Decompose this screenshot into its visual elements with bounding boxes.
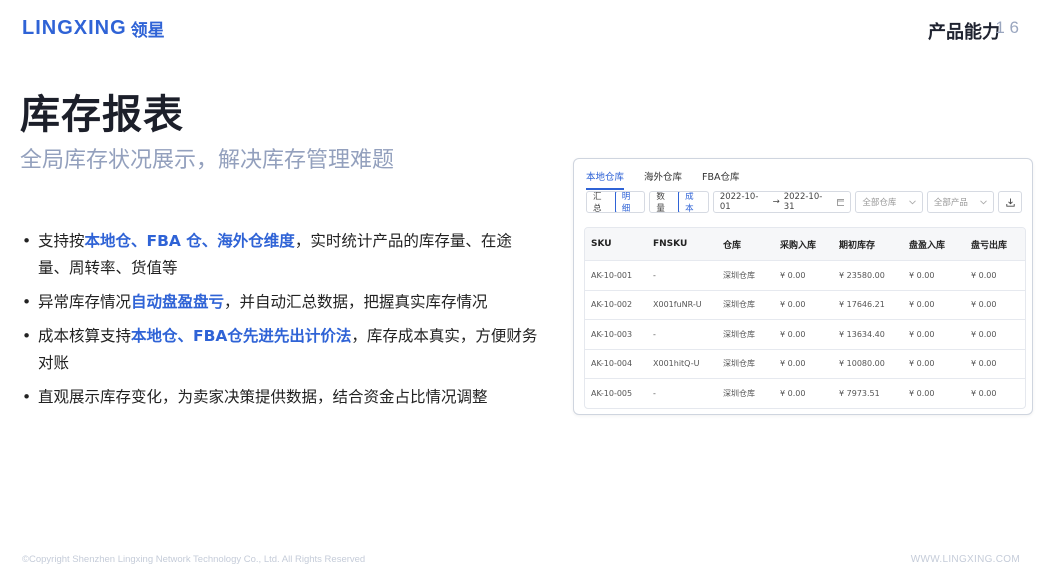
logo-text-cn: 领星 (130, 21, 165, 41)
table-cell: ¥ 0.00 (971, 270, 997, 280)
table-cell: AK-10-001 (591, 270, 633, 280)
view-mode-toggle: 汇总 明细 (586, 191, 646, 213)
date-end: 2022-10-31 (783, 192, 823, 212)
column-header[interactable]: FNSKU (647, 239, 717, 249)
table-cell: ¥ 7973.51 (839, 388, 880, 398)
table-cell: ¥ 0.00 (971, 300, 997, 310)
product-select[interactable]: 全部产品 (926, 191, 995, 213)
table-cell: ¥ 0.00 (909, 329, 935, 339)
chevron-down-icon (908, 199, 916, 204)
table-cell: ¥ 0.00 (909, 270, 935, 280)
table-cell: 深圳仓库 (723, 329, 755, 339)
table-cell: ¥ 0.00 (909, 388, 935, 398)
table-cell: X001hitQ-U (653, 359, 700, 369)
cost-toggle[interactable]: 成本 (678, 192, 708, 212)
column-header[interactable]: 盘亏出库 (965, 238, 1025, 251)
brand-logo: LINGXING 领星 (22, 16, 165, 41)
feature-item: 支持按本地仓、FBA 仓、海外仓维度，实时统计产品的库存量、在途量、周转率、货值… (22, 228, 542, 282)
warehouse-tabs: 本地仓库 海外仓库 FBA仓库 (586, 165, 740, 190)
feature-list: 支持按本地仓、FBA 仓、海外仓维度，实时统计产品的库存量、在途量、周转率、货值… (22, 228, 542, 418)
table-cell: 深圳仓库 (723, 270, 755, 280)
page-title: 库存报表 (20, 92, 184, 138)
table-cell: - (653, 270, 656, 280)
warehouse-select[interactable]: 全部仓库 (855, 191, 923, 213)
table-cell: ¥ 0.00 (909, 300, 935, 310)
table-cell: - (653, 388, 656, 398)
quantity-toggle[interactable]: 数量 (650, 192, 679, 212)
table-cell: AK-10-003 (591, 329, 633, 339)
table-cell: ¥ 0.00 (909, 359, 935, 369)
table-header: SKU FNSKU 仓库 采购入库 期初库存 盘盈入库 盘亏出库 (585, 228, 1025, 261)
table-cell: 深圳仓库 (723, 359, 755, 369)
column-header[interactable]: 采购入库 (774, 238, 833, 251)
feature-item: 异常库存情况自动盘盈盘亏，并自动汇总数据，把握真实库存情况 (22, 289, 542, 316)
tab-fba-warehouse[interactable]: FBA仓库 (702, 165, 739, 190)
chevron-down-icon (980, 199, 988, 204)
table-row[interactable]: AK-10-004 X001hitQ-U 深圳仓库 ¥ 0.00 ¥ 10080… (585, 350, 1025, 379)
download-button[interactable] (998, 191, 1022, 213)
tab-local-warehouse[interactable]: 本地仓库 (586, 165, 625, 190)
table-cell: ¥ 13634.40 (839, 329, 885, 339)
copyright-text: ©Copyright Shenzhen Lingxing Network Tec… (22, 554, 366, 565)
column-header[interactable]: 盘盈入库 (903, 238, 965, 251)
inventory-report-panel: 本地仓库 海外仓库 FBA仓库 汇总 明细 数量 成本 2022-10-01 →… (573, 158, 1033, 415)
website-link[interactable]: WWW.LINGXING.COM (911, 554, 1020, 565)
table-cell: ¥ 23580.00 (839, 270, 885, 280)
table-cell: AK-10-005 (591, 388, 633, 398)
table-cell: - (653, 329, 656, 339)
feature-highlight: 本地仓、FBA 仓、海外仓维度 (84, 232, 295, 250)
metric-toggle: 数量 成本 (649, 191, 709, 213)
summary-toggle[interactable]: 汇总 (587, 192, 616, 212)
table-cell: 深圳仓库 (723, 388, 755, 398)
detail-toggle[interactable]: 明细 (614, 192, 645, 212)
table-cell: ¥ 0.00 (971, 388, 997, 398)
table-cell: ¥ 0.00 (780, 300, 806, 310)
feature-item: 直观展示库存变化，为卖家决策提供数据，结合资金占比情况调整 (22, 384, 542, 411)
table-row[interactable]: AK-10-002 X001fuNR-U 深圳仓库 ¥ 0.00 ¥ 17646… (585, 291, 1025, 320)
date-start: 2022-10-01 (719, 192, 759, 212)
table-cell: 深圳仓库 (723, 300, 755, 310)
page-subtitle: 全局库存状况展示，解决库存管理难题 (20, 148, 395, 173)
section-title: 产品能力 (928, 22, 1000, 43)
table-cell: ¥ 17646.21 (839, 300, 885, 310)
feature-item: 成本核算支持本地仓、FBA仓先进先出计价法，库存成本真实，方便财务对账 (22, 323, 542, 377)
table-cell: AK-10-002 (591, 300, 633, 310)
calendar-icon (836, 199, 845, 206)
column-header[interactable]: 期初库存 (833, 238, 903, 251)
table-row[interactable]: AK-10-003 - 深圳仓库 ¥ 0.00 ¥ 13634.40 ¥ 0.0… (585, 320, 1025, 350)
date-range-picker[interactable]: 2022-10-01 → 2022-10-31 (712, 191, 852, 213)
column-header[interactable]: SKU (585, 239, 647, 249)
tab-overseas-warehouse[interactable]: 海外仓库 (644, 165, 682, 190)
logo-text-en: LINGXING (22, 17, 127, 39)
table-cell: AK-10-004 (591, 359, 633, 369)
table-cell: ¥ 0.00 (780, 388, 806, 398)
table-row[interactable]: AK-10-001 - 深圳仓库 ¥ 0.00 ¥ 23580.00 ¥ 0.0… (585, 261, 1025, 291)
inventory-table: SKU FNSKU 仓库 采购入库 期初库存 盘盈入库 盘亏出库 AK-10-0… (584, 227, 1026, 409)
table-row[interactable]: AK-10-005 - 深圳仓库 ¥ 0.00 ¥ 7973.51 ¥ 0.00… (585, 379, 1025, 408)
page-number: 1 6 (995, 18, 1019, 37)
table-cell: ¥ 0.00 (780, 329, 806, 339)
filter-toolbar: 汇总 明细 数量 成本 2022-10-01 → 2022-10-31 全部仓库… (586, 191, 1022, 213)
download-icon (1005, 198, 1015, 207)
table-cell: X001fuNR-U (653, 300, 702, 310)
column-header[interactable]: 仓库 (717, 238, 774, 251)
table-cell: ¥ 0.00 (971, 359, 997, 369)
feature-highlight: 自动盘盈盘亏 (131, 293, 225, 311)
table-cell: ¥ 10080.00 (839, 359, 885, 369)
table-cell: ¥ 0.00 (971, 329, 997, 339)
feature-highlight: 本地仓、FBA仓先进先出计价法 (131, 327, 352, 345)
arrow-right-icon: → (772, 197, 780, 207)
table-cell: ¥ 0.00 (780, 359, 806, 369)
table-cell: ¥ 0.00 (780, 270, 806, 280)
